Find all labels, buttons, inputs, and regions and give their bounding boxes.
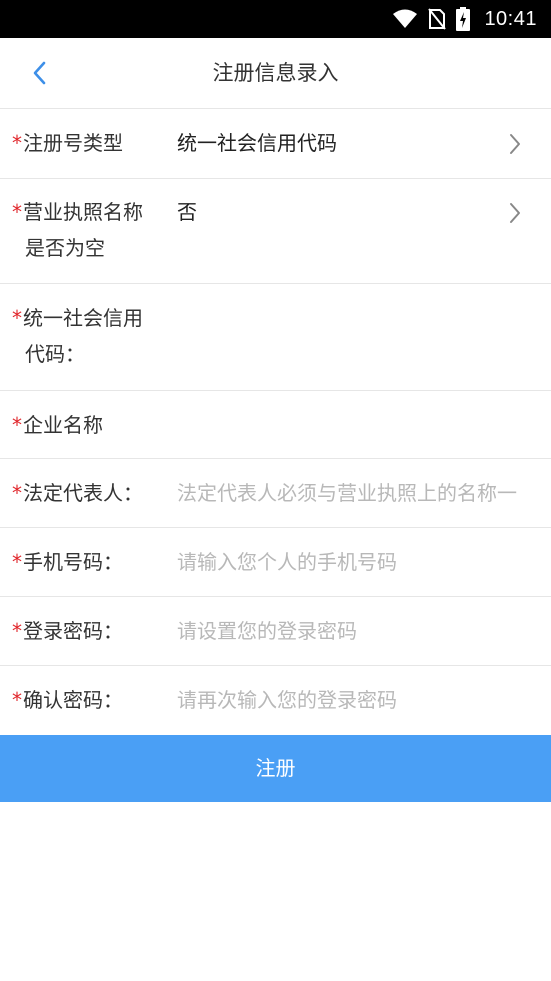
registration-type-value: 统一社会信用代码 xyxy=(177,131,337,155)
page-title: 注册信息录入 xyxy=(212,61,339,85)
phone-label: *手机号码： xyxy=(12,550,123,574)
row-license-name-empty[interactable]: *营业执照名称 是否为空 否 xyxy=(0,179,551,284)
password-input[interactable]: 请设置您的登录密码 xyxy=(177,613,511,649)
password-label: *登录密码： xyxy=(12,619,123,643)
row-password[interactable]: *登录密码： 请设置您的登录密码 xyxy=(0,597,551,666)
legal-representative-label: *法定代表人： xyxy=(12,481,143,505)
credit-code-label: *统一社会信用 代码： xyxy=(12,306,143,366)
confirm-password-input[interactable]: 请再次输入您的登录密码 xyxy=(177,682,511,718)
status-bar: 10:41 xyxy=(0,0,551,38)
no-sim-icon xyxy=(428,8,447,30)
wifi-icon xyxy=(392,9,418,29)
registration-type-label: *注册号类型 xyxy=(12,131,123,155)
registration-form: *注册号类型 统一社会信用代码 *营业执照名称 是否为空 否 *统一社会信用 代… xyxy=(0,109,551,735)
nav-bar: 注册信息录入 xyxy=(0,38,551,109)
company-name-label: *企业名称 xyxy=(12,413,103,437)
license-name-empty-value: 否 xyxy=(177,200,197,224)
chevron-right-icon xyxy=(510,134,520,154)
phone-input[interactable]: 请输入您个人的手机号码 xyxy=(177,544,511,580)
row-confirm-password[interactable]: *确认密码： 请再次输入您的登录密码 xyxy=(0,666,551,735)
chevron-right-icon xyxy=(510,203,520,223)
license-name-empty-label: *营业执照名称 是否为空 xyxy=(12,200,143,260)
row-registration-type[interactable]: *注册号类型 统一社会信用代码 xyxy=(0,109,551,179)
legal-representative-input[interactable]: 法定代表人必须与营业执照上的名称一 xyxy=(177,475,537,511)
row-company-name[interactable]: *企业名称 xyxy=(0,391,551,459)
row-legal-representative[interactable]: *法定代表人： 法定代表人必须与营业执照上的名称一 xyxy=(0,459,551,528)
row-credit-code[interactable]: *统一社会信用 代码： xyxy=(0,284,551,391)
row-phone[interactable]: *手机号码： 请输入您个人的手机号码 xyxy=(0,528,551,597)
battery-icon xyxy=(456,7,471,31)
register-button[interactable]: 注册 xyxy=(0,735,551,802)
confirm-password-label: *确认密码： xyxy=(12,688,123,712)
clock: 10:41 xyxy=(484,7,537,30)
